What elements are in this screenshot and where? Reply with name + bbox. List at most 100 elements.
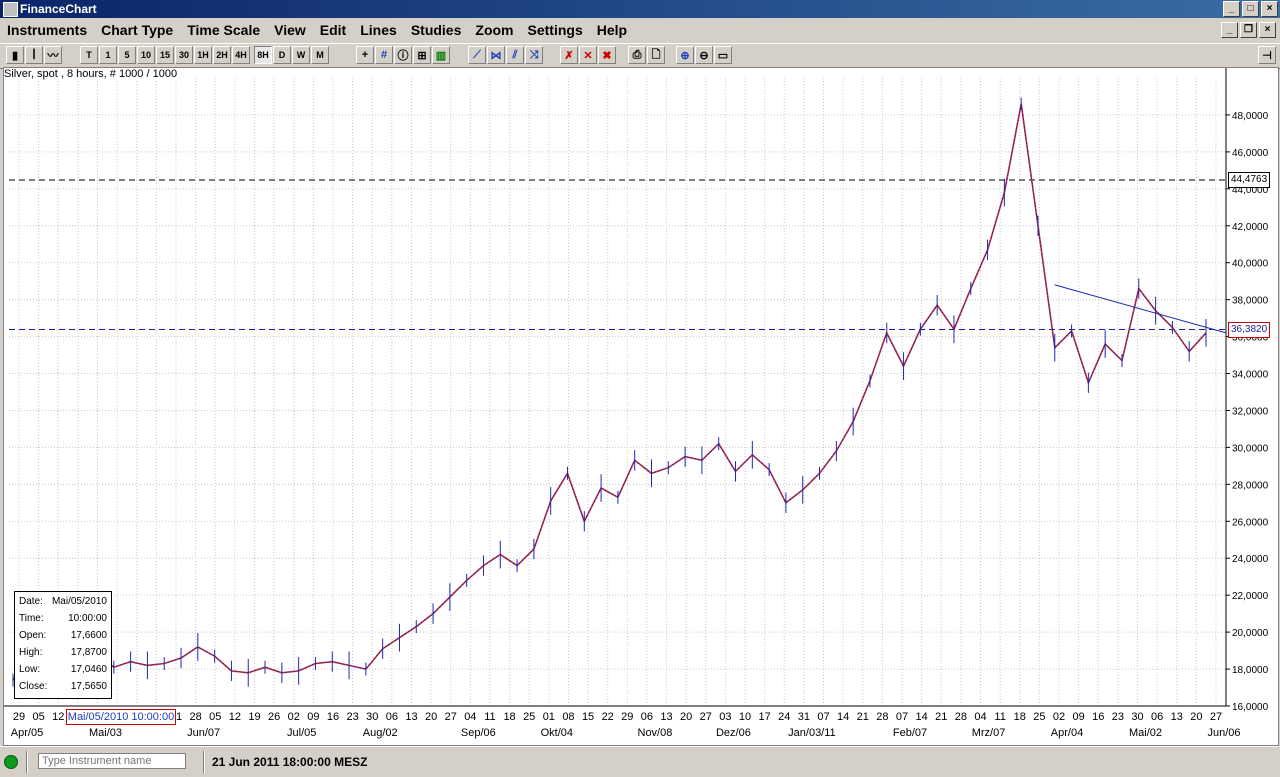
- menu-instruments[interactable]: Instruments: [0, 19, 94, 41]
- menu-chart-type[interactable]: Chart Type: [94, 19, 180, 41]
- menu-bar: Instruments Chart Type Time Scale View Edit L…: [0, 19, 1280, 41]
- y-tick-label: 24,0000: [1232, 554, 1269, 565]
- menu-view[interactable]: View: [267, 19, 313, 41]
- info-icon[interactable]: ⓘ: [394, 46, 412, 64]
- timescale-4h-button[interactable]: 4H: [232, 46, 250, 64]
- zoom-out-icon[interactable]: ⊖: [695, 46, 713, 64]
- close-button[interactable]: ×: [1261, 1, 1278, 17]
- timescale-30-button[interactable]: 30: [175, 46, 193, 64]
- timescale-t-button[interactable]: T: [80, 46, 98, 64]
- x-tick-label: 16: [1092, 711, 1104, 723]
- x-tick-label: 18: [503, 711, 515, 723]
- timescale-1-button[interactable]: 1: [99, 46, 117, 64]
- x-tick-label: 06: [1151, 711, 1163, 723]
- x-tick-label: 07: [817, 711, 829, 723]
- chart-panel[interactable]: 16,0000 18,0000 20,0000 22,0000 24,0000 26,00…: [3, 67, 1279, 746]
- timescale-8h-button[interactable]: 8H: [254, 46, 272, 64]
- x-tick-label: 22: [602, 711, 614, 723]
- candlestick-chart-icon[interactable]: ▮: [6, 46, 24, 64]
- line-chart-icon[interactable]: 〰: [44, 46, 62, 64]
- menu-studies[interactable]: Studies: [404, 19, 469, 41]
- y-tick-label: 26,0000: [1232, 517, 1269, 528]
- child-restore-button[interactable]: ❐: [1240, 22, 1257, 38]
- print-preview-icon[interactable]: 🗋: [647, 46, 665, 64]
- maximize-button[interactable]: □: [1242, 1, 1259, 17]
- delete-icon[interactable]: ✕: [579, 46, 597, 64]
- delete-line-icon[interactable]: ✗: [560, 46, 578, 64]
- y-tick-label: 16,0000: [1232, 702, 1269, 713]
- zoom-in-icon[interactable]: ⊕: [676, 46, 694, 64]
- trend-line: [1054, 284, 1227, 334]
- chart-caption: Silver, spot , 8 hours, # 1000 / 1000: [4, 68, 178, 80]
- x-tick-label: 05: [209, 711, 221, 723]
- child-close-button[interactable]: ×: [1259, 22, 1276, 38]
- menu-edit[interactable]: Edit: [313, 19, 353, 41]
- x-tick-label: 03: [719, 711, 731, 723]
- x-month-label: Feb/07: [893, 727, 927, 739]
- timescale-m-button[interactable]: M: [311, 46, 329, 64]
- x-tick-label: 13: [1171, 711, 1183, 723]
- volume-icon[interactable]: ▥: [432, 46, 450, 64]
- x-month-label: Dez/06: [716, 727, 751, 739]
- x-tick-label: 21: [857, 711, 869, 723]
- info-open: Open: 17,6600: [19, 630, 107, 641]
- menu-settings[interactable]: Settings: [521, 19, 590, 41]
- status-bar: 21 Jun 2011 18:00:00 MESZ: [0, 746, 1280, 777]
- zoom-reset-icon[interactable]: ▭: [714, 46, 732, 64]
- info-time: Time: 10:00:00: [19, 613, 107, 624]
- price-line-label-black: 44,4763: [1228, 172, 1271, 189]
- x-tick-label: 11: [994, 711, 1005, 723]
- trendline-icon[interactable]: ⟋: [468, 46, 486, 64]
- x-tick-label: 02: [288, 711, 300, 723]
- y-tick-label: 42,0000: [1232, 222, 1269, 233]
- menu-zoom[interactable]: Zoom: [468, 19, 520, 41]
- crosshair-icon[interactable]: +: [356, 46, 374, 64]
- grid-icon[interactable]: #: [375, 46, 393, 64]
- timescale-w-button[interactable]: W: [292, 46, 310, 64]
- x-tick-label: 25: [523, 711, 535, 723]
- x-month-label: Jun/07: [187, 727, 220, 739]
- menu-lines[interactable]: Lines: [353, 19, 404, 41]
- ohlc-chart-icon[interactable]: ꟾ: [25, 46, 43, 64]
- x-tick-label: 30: [1131, 711, 1143, 723]
- x-tick-label: 09: [307, 711, 319, 723]
- x-tick-label: 23: [1112, 711, 1124, 723]
- x-tick-label: 11: [484, 711, 495, 723]
- scale-icon[interactable]: ⊞: [413, 46, 431, 64]
- x-month-label: Okt/04: [541, 727, 573, 739]
- fibonacci-icon[interactable]: ⫽: [506, 46, 524, 64]
- pin-icon[interactable]: ⊣: [1258, 46, 1276, 64]
- x-tick-label: 27: [1210, 711, 1222, 723]
- channel-icon[interactable]: ⋈: [487, 46, 505, 64]
- timescale-2h-button[interactable]: 2H: [213, 46, 231, 64]
- menu-help[interactable]: Help: [590, 19, 634, 41]
- x-tick-label: 24: [778, 711, 790, 723]
- timescale-10-button[interactable]: 10: [137, 46, 155, 64]
- menu-time-scale[interactable]: Time Scale: [180, 19, 267, 41]
- delete-all-icon[interactable]: ✖: [598, 46, 616, 64]
- print-icon[interactable]: ⎙: [628, 46, 646, 64]
- x-tick-label: 14: [916, 711, 928, 723]
- parallel-line-icon[interactable]: ⤨: [525, 46, 543, 64]
- timescale-15-button[interactable]: 15: [156, 46, 174, 64]
- x-tick-label: 29: [621, 711, 633, 723]
- y-tick-label: 28,0000: [1232, 480, 1269, 491]
- x-tick-label: 04: [464, 711, 476, 723]
- instrument-search-input[interactable]: [38, 753, 186, 769]
- x-tick-label: 01: [543, 711, 555, 723]
- x-tick-label: 07: [896, 711, 908, 723]
- minimize-button[interactable]: _: [1223, 1, 1240, 17]
- x-tick-label: 06: [386, 711, 398, 723]
- x-month-label: Mai/03: [89, 727, 122, 739]
- y-tick-label: 48,0000: [1232, 111, 1269, 122]
- window-title: FinanceChart: [20, 2, 97, 16]
- child-minimize-button[interactable]: _: [1221, 22, 1238, 38]
- timescale-1h-button[interactable]: 1H: [194, 46, 212, 64]
- info-high: High: 17,8700: [19, 647, 107, 658]
- x-tick-label: 02: [1053, 711, 1065, 723]
- price-chart[interactable]: 16,0000 18,0000 20,0000 22,0000 24,0000 26,00…: [4, 68, 1278, 745]
- timescale-5-button[interactable]: 5: [118, 46, 136, 64]
- x-tick-label: 28: [189, 711, 201, 723]
- x-tick-label: 06: [641, 711, 653, 723]
- timescale-d-button[interactable]: D: [273, 46, 291, 64]
